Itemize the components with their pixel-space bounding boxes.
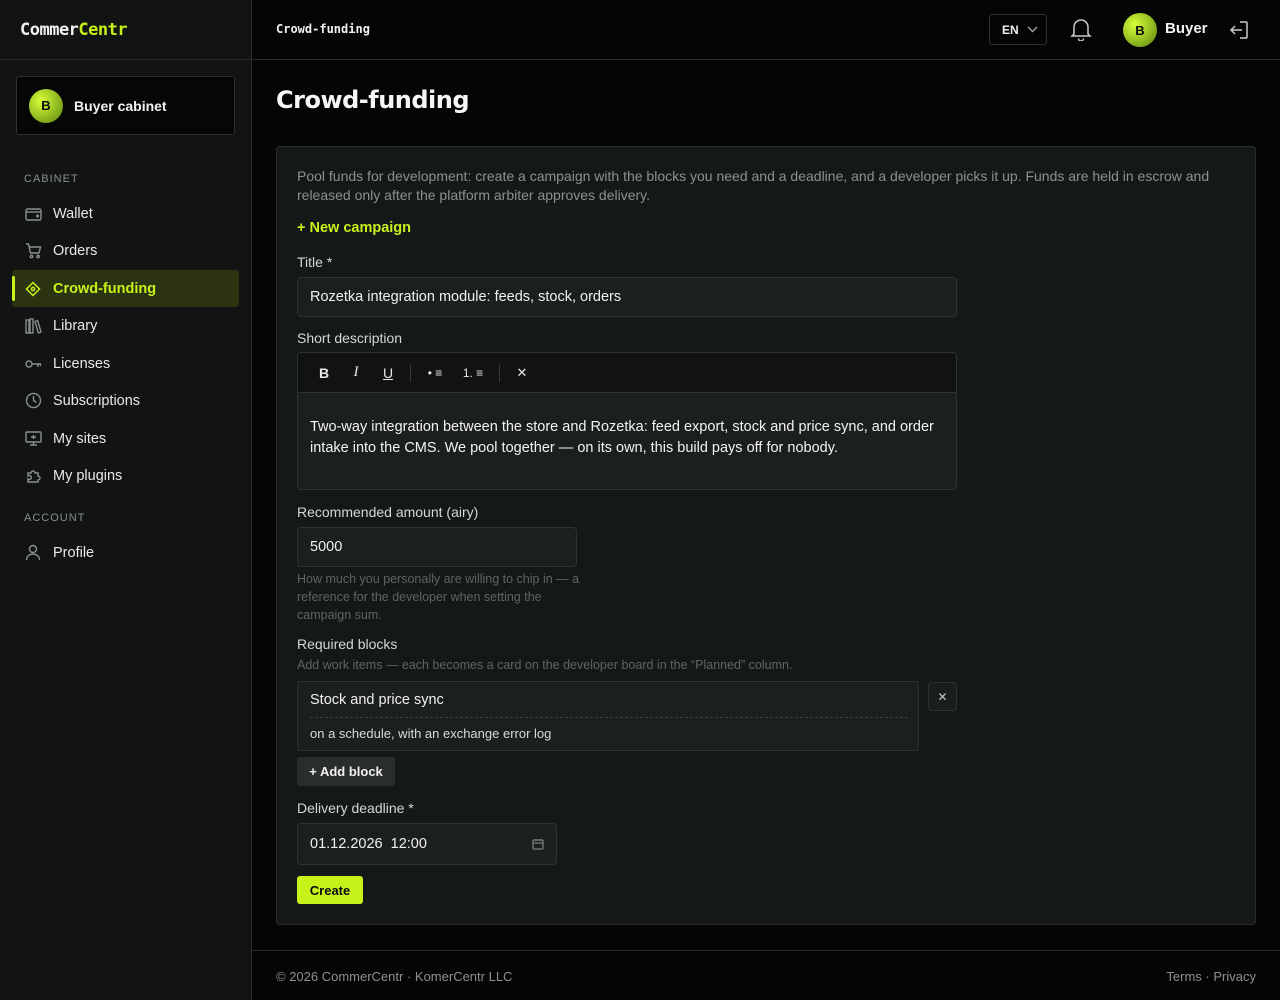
description-text[interactable]: Two-way integration between the store an… [298,393,956,483]
block-description-input[interactable]: on a schedule, with an exchange error lo… [310,726,551,741]
books-icon [24,317,42,335]
footer-links: Terms · Privacy [1166,969,1256,984]
breadcrumb[interactable]: Crowd-funding [276,22,370,36]
sidebar-item-label: Orders [53,242,98,259]
brand-part1: Commer [20,19,79,40]
clock-icon [24,392,42,410]
section-account-title: ACCOUNT [24,512,86,524]
blocks-label: Required blocks [297,636,398,652]
logout-icon[interactable] [1228,19,1250,41]
campaign-form-card: Pool funds for development: create a cam… [276,146,1256,925]
remove-block-button[interactable]: ✕ [928,682,957,711]
sidebar-item-my-plugins[interactable]: My plugins [12,457,239,494]
title-input[interactable]: Rozetka integration module: feeds, stock… [297,277,957,317]
calendar-icon[interactable] [532,838,544,850]
monitor-icon [24,430,42,448]
diamond-icon [24,280,42,298]
add-block-button[interactable]: + Add block [297,757,395,786]
bullet-list-button[interactable]: • ≡ [417,359,453,387]
chevron-down-icon [1027,26,1038,33]
title-label: Title * [297,254,333,270]
page-title: Crowd-funding [276,86,470,114]
toolbar-divider [410,363,411,382]
section-cabinet-title: CABINET [24,173,79,185]
sidebar-item-crowd-funding[interactable]: Crowd-funding [12,270,239,307]
footer: © 2026 CommerCentr · KomerCentr LLC Term… [252,950,1280,1000]
sidebar-item-label: Profile [53,544,95,561]
terms-link[interactable]: Terms [1166,969,1201,984]
deadline-input[interactable]: 01.12.2026 12:00 [297,823,557,865]
deadline-label: Delivery deadline * [297,800,414,816]
puzzle-icon [24,467,42,485]
underline-button[interactable]: U [372,359,404,387]
wallet-icon [24,205,42,223]
sidebar-item-label: My plugins [53,467,123,484]
avatar[interactable]: B [1123,13,1157,47]
description-label: Short description [297,330,403,346]
bold-button[interactable]: B [308,359,340,387]
intro-text: Pool funds for development: create a cam… [297,168,1210,203]
new-campaign-link[interactable]: + New campaign [297,220,411,236]
sidebar-item-my-sites[interactable]: My sites [12,420,239,457]
cabinet-switcher[interactable]: B Buyer cabinet [16,76,235,135]
amount-label: Recommended amount (airy) [297,504,479,520]
sidebar-item-licenses[interactable]: Licenses [12,345,239,382]
deadline-value: 01.12.2026 12:00 [310,836,427,852]
numbered-list-button[interactable]: 1. ≡ [453,359,493,387]
sidebar-item-orders[interactable]: Orders [12,232,239,269]
clear-format-icon[interactable]: ✕ [506,359,538,387]
sidebar-item-label: Wallet [53,205,93,222]
sidebar-item-label: Licenses [53,355,111,372]
description-editor: B I U • ≡ 1. ≡ ✕ Two-way integration bet… [297,352,957,490]
blocks-hint: Add work items — each becomes a card on … [297,658,793,672]
amount-hint: How much you personally are willing to c… [297,572,580,622]
block-card: Stock and price sync on a schedule, with… [297,681,919,751]
bell-icon[interactable] [1070,17,1092,41]
footer-separator: · [1201,969,1214,984]
sidebar-item-library[interactable]: Library [12,307,239,344]
sidebar-item-profile[interactable]: Profile [12,534,239,571]
sidebar: Commer Centr B Buyer cabinet CABINET Wall… [0,0,252,1000]
create-button[interactable]: Create [297,876,363,904]
cabinet-label: Buyer cabinet [74,97,167,114]
block-title-input[interactable]: Stock and price sync [310,692,444,708]
toolbar-divider [499,363,500,382]
user-name[interactable]: Buyer [1165,20,1208,37]
user-icon [24,544,42,562]
sidebar-item-label: Library [53,317,98,334]
sidebar-item-wallet[interactable]: Wallet [12,195,239,232]
brand-logo[interactable]: Commer Centr [0,0,251,60]
avatar: B [29,88,63,123]
brand-part2: Centr [78,19,128,40]
cart-icon [24,242,42,260]
language-select[interactable]: EN [989,14,1047,45]
key-icon [24,355,42,373]
sidebar-item-label: Crowd-funding [53,280,157,297]
italic-button[interactable]: I [340,359,372,387]
sidebar-item-subscriptions[interactable]: Subscriptions [12,382,239,419]
editor-toolbar: B I U • ≡ 1. ≡ ✕ [298,353,956,393]
sidebar-item-label: Subscriptions [53,392,141,409]
amount-input[interactable]: 5000 [297,527,577,567]
footer-copyright: © 2026 CommerCentr · KomerCentr LLC [276,969,513,984]
language-value: EN [1002,22,1019,37]
block-divider [310,717,908,718]
sidebar-item-label: My sites [53,430,107,447]
top-bar: Crowd-funding EN B Buyer [252,0,1280,60]
close-icon: ✕ [937,689,948,704]
privacy-link[interactable]: Privacy [1213,969,1256,984]
